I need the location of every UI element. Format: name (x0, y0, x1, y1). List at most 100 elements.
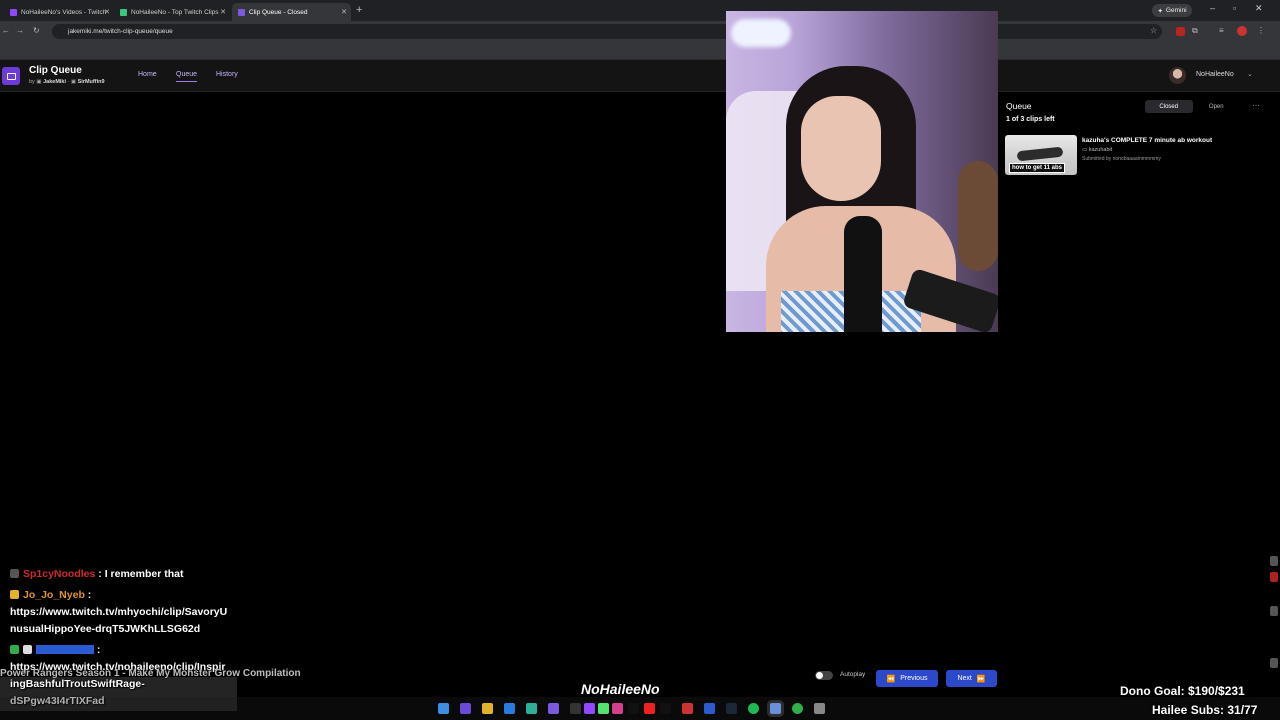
vscode-icon[interactable] (704, 703, 715, 714)
tab-videos[interactable]: NoHaileeNo's Videos - Twitch ✕ (4, 3, 114, 21)
back-icon[interactable]: ← (2, 26, 10, 35)
tab-label: NoHaileeNo's Videos - Twitch (21, 8, 107, 16)
sub-goal: Hailee Subs: 31/77 (1152, 703, 1258, 717)
twitch-icon (10, 8, 17, 16)
twitch-icon: ▣ (36, 79, 42, 85)
nav-history[interactable]: History (216, 71, 238, 78)
clips-icon (120, 8, 127, 16)
tab-clip-queue[interactable]: Clip Queue - Closed ✕ (232, 3, 351, 21)
steam-icon[interactable] (726, 703, 737, 714)
check-badge-icon (10, 645, 19, 654)
chat-message: Jo_Jo_Nyeb : (10, 589, 91, 601)
next-button[interactable]: Next ⏩ (946, 670, 997, 687)
chat-message: : (10, 644, 100, 656)
by-label: by (29, 79, 35, 85)
scroll-widget[interactable] (1270, 572, 1278, 582)
close-icon[interactable]: ✕ (104, 8, 110, 16)
author-link[interactable]: JakeMiki (43, 79, 66, 85)
windows-taskbar (0, 697, 1280, 720)
chat-username: Jo_Jo_Nyeb (23, 589, 85, 601)
clip-thumbnail[interactable]: how to get 11 abs (1005, 135, 1077, 175)
close-window-icon[interactable]: ✕ (1255, 3, 1263, 14)
profile-avatar[interactable] (1237, 26, 1247, 36)
browser-tab-bar: NoHaileeNo's Videos - Twitch ✕ NoHaileeN… (0, 0, 1280, 21)
obs-icon[interactable] (682, 703, 693, 714)
windows-start-icon[interactable] (438, 703, 449, 714)
crown-badge-icon (10, 590, 19, 599)
clip-queue-logo-icon[interactable] (2, 67, 20, 85)
stream-logo: NoHaileeNo (581, 681, 660, 697)
instagram-icon[interactable] (612, 703, 623, 714)
youtube-icon[interactable] (644, 703, 655, 714)
queue-closed-button[interactable]: Closed (1145, 100, 1193, 113)
microphone-icon (844, 216, 882, 332)
queue-status-toggle: Closed Open (1145, 100, 1240, 113)
edge-icon[interactable] (526, 703, 537, 714)
nav-home[interactable]: Home (138, 71, 157, 78)
extension-icon[interactable] (1176, 27, 1185, 36)
user-name[interactable]: NoHaileeNo (1196, 71, 1234, 78)
queue-open-button[interactable]: Open (1193, 100, 1241, 113)
gemini-button[interactable]: ✦ Gemini (1152, 4, 1192, 17)
author-link[interactable]: SirMuffin9 (78, 79, 105, 85)
file-explorer-icon[interactable] (482, 703, 493, 714)
menu-kebab-icon[interactable]: ⋮ (1257, 26, 1265, 35)
gemini-label: Gemini (1165, 7, 1187, 14)
queue-panel (997, 92, 1280, 662)
sparkle-icon: ✦ (1157, 7, 1163, 15)
maximize-icon[interactable]: ▫ (1233, 3, 1236, 13)
chevron-down-icon[interactable]: ⌄ (1247, 70, 1253, 78)
terminal-icon[interactable] (570, 703, 581, 714)
kick-icon[interactable] (598, 703, 609, 714)
autoplay-toggle[interactable] (815, 671, 833, 680)
close-icon[interactable]: ✕ (220, 8, 226, 16)
app-icon[interactable] (814, 703, 825, 714)
rewind-icon: ⏪ (886, 675, 896, 683)
queue-count: 1 of 3 clips left (1006, 116, 1055, 123)
twitch-icon: ▣ (70, 79, 77, 85)
ellipsis-icon[interactable]: ⋯ (1252, 101, 1260, 110)
bookmarks-bar (0, 42, 1280, 60)
avatar[interactable] (1169, 67, 1186, 84)
thumbnail-figure (1016, 146, 1064, 162)
thumbnail-caption: how to get 11 abs (1009, 163, 1066, 173)
scroll-widget[interactable] (1270, 658, 1278, 668)
spotify-icon[interactable] (748, 703, 759, 714)
nav-queue[interactable]: Queue (176, 71, 198, 82)
previous-label: Previous (900, 675, 928, 682)
reload-icon[interactable]: ↻ (33, 26, 40, 35)
badge-icon (10, 569, 19, 578)
channel-icon: ▭ (1082, 147, 1088, 153)
webcam-overlay (726, 11, 998, 332)
chat-text: ingBashfulTroutSwiftRage- (10, 678, 145, 690)
clip-queue-icon (238, 8, 245, 16)
extensions-puzzle-icon[interactable]: ⧉ (1192, 26, 1198, 36)
tab-label: NoHaileeNo - Top Twitch Clips (131, 8, 219, 16)
tab-label: Clip Queue - Closed (249, 8, 308, 16)
outlook-icon[interactable] (504, 703, 515, 714)
donation-goal: Dono Goal: $190/$231 (1120, 684, 1245, 698)
url-text: jakemiki.me/twitch-clip-queue/queue (68, 28, 173, 35)
scroll-widget[interactable] (1270, 606, 1278, 616)
tiktok-icon[interactable] (628, 703, 639, 714)
copilot-icon[interactable] (460, 703, 471, 714)
tab-top-clips[interactable]: NoHaileeNo - Top Twitch Clips ✕ (114, 3, 230, 21)
now-playing-title: Power Rangers Season 1 - Make My Monster… (0, 668, 301, 679)
tab-search-icon[interactable]: ≡ (1219, 26, 1224, 35)
x-icon[interactable] (660, 703, 671, 714)
discord-icon[interactable] (548, 703, 559, 714)
xbox-icon[interactable] (792, 703, 803, 714)
minimize-icon[interactable]: – (1210, 3, 1215, 13)
previous-button[interactable]: ⏪ Previous (876, 670, 938, 687)
bookmark-star-icon[interactable]: ☆ (1150, 26, 1157, 35)
clip-title[interactable]: kazuha's COMPLETE 7 minute ab workout (1082, 137, 1212, 144)
chat-text: I remember that (104, 568, 184, 580)
forward-icon[interactable]: → (16, 26, 24, 35)
scroll-widget[interactable] (1270, 556, 1278, 566)
twitch-icon[interactable] (584, 703, 595, 714)
chrome-icon[interactable] (770, 703, 781, 714)
clip-channel: ▭ kazuhabit (1082, 147, 1112, 153)
autoplay-label: Autoplay (840, 671, 866, 678)
new-tab-icon[interactable]: + (356, 4, 362, 16)
close-icon[interactable]: ✕ (341, 8, 347, 16)
